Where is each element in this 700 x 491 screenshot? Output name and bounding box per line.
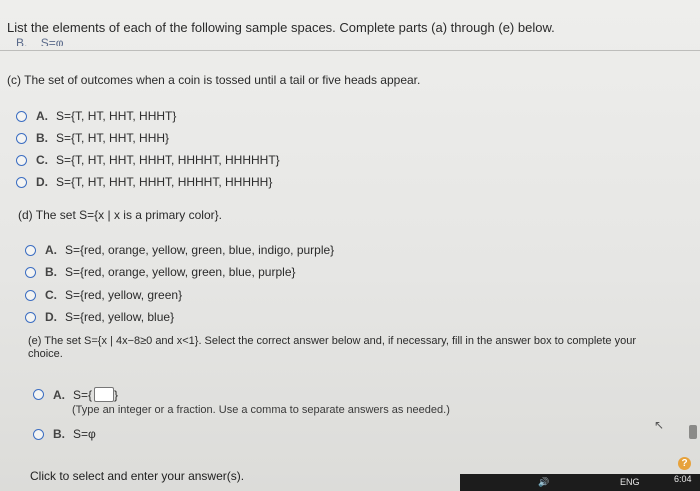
- speaker-icon[interactable]: 🔊: [538, 477, 549, 488]
- instruction-text: List the elements of each of the followi…: [7, 20, 555, 35]
- mouse-cursor-icon: ↖: [654, 418, 665, 432]
- option-text: S={red, yellow, green}: [65, 288, 183, 302]
- option-letter: C.: [36, 153, 48, 167]
- option-text: S={red, yellow, blue}: [65, 310, 175, 324]
- option-letter: A.: [45, 243, 57, 257]
- part-c-option-d[interactable]: D. S={T, HT, HHT, HHHT, HHHHT, HHHHH}: [16, 175, 272, 189]
- taskbar: 🔊 ENG 6:04: [460, 474, 700, 491]
- part-b-option-b-partial[interactable]: B. S=φ: [16, 36, 63, 46]
- clock-time[interactable]: 6:04: [674, 474, 692, 484]
- option-text: S={T, HT, HHT, HHH}: [56, 131, 170, 145]
- divider: [0, 50, 700, 51]
- radio-icon[interactable]: [25, 244, 36, 256]
- part-b-letter: B.: [16, 36, 28, 46]
- part-d-option-a[interactable]: A. S={red, orange, yellow, green, blue, …: [25, 243, 334, 257]
- part-c-option-c[interactable]: C. S={T, HT, HHT, HHHT, HHHHT, HHHHHT}: [16, 153, 280, 167]
- question-page: List the elements of each of the followi…: [0, 0, 700, 491]
- language-indicator[interactable]: ENG: [620, 477, 640, 487]
- option-text: S={T, HT, HHT, HHHT}: [56, 109, 177, 123]
- radio-icon[interactable]: [33, 428, 44, 440]
- option-text: S={T, HT, HHT, HHHT, HHHHT, HHHHH}: [56, 175, 273, 189]
- answer-input-box[interactable]: [94, 387, 115, 402]
- option-letter: D.: [36, 175, 48, 189]
- answer-format-hint: (Type an integer or a fraction. Use a co…: [72, 404, 450, 416]
- set-suffix: }: [114, 387, 119, 402]
- option-letter: C.: [45, 288, 57, 302]
- click-to-select-instruction: Click to select and enter your answer(s)…: [30, 469, 245, 483]
- option-text: S={red, orange, yellow, green, blue, ind…: [65, 243, 335, 257]
- scrollbar-thumb[interactable]: [689, 425, 697, 439]
- radio-icon[interactable]: [25, 289, 36, 301]
- option-letter: B.: [45, 265, 57, 279]
- part-e-question-line1: (e) The set S={x | 4x−8≥0 and x<1}. Sele…: [28, 335, 637, 347]
- option-letter: B.: [53, 427, 65, 441]
- help-icon[interactable]: ?: [678, 457, 691, 470]
- option-letter: A.: [36, 109, 48, 123]
- option-letter: B.: [36, 131, 48, 145]
- radio-icon[interactable]: [16, 132, 27, 144]
- part-d-question: (d) The set S={x | x is a primary color}…: [18, 208, 222, 222]
- part-c-option-a[interactable]: A. S={T, HT, HHT, HHHT}: [16, 109, 176, 123]
- radio-icon[interactable]: [25, 311, 36, 323]
- option-letter: D.: [45, 310, 57, 324]
- part-c-option-b[interactable]: B. S={T, HT, HHT, HHH}: [16, 131, 169, 145]
- radio-icon[interactable]: [16, 110, 27, 122]
- part-d-option-c[interactable]: C. S={red, yellow, green}: [25, 288, 182, 302]
- option-text: S={T, HT, HHT, HHHT, HHHHT, HHHHHT}: [56, 153, 280, 167]
- part-e-option-a[interactable]: A. S={ }: [33, 387, 118, 402]
- part-d-option-d[interactable]: D. S={red, yellow, blue}: [25, 310, 174, 324]
- set-prefix: S={: [73, 387, 93, 402]
- part-b-value: S=φ: [40, 36, 64, 46]
- part-e-question-line2: choice.: [28, 348, 63, 360]
- part-d-option-b[interactable]: B. S={red, orange, yellow, green, blue, …: [25, 265, 296, 279]
- option-text: S={red, orange, yellow, green, blue, pur…: [65, 265, 296, 279]
- radio-icon[interactable]: [25, 266, 36, 278]
- option-text: S=φ: [73, 427, 96, 441]
- part-e-option-b[interactable]: B. S=φ: [33, 427, 96, 441]
- radio-icon[interactable]: [33, 389, 44, 400]
- radio-icon[interactable]: [16, 154, 27, 166]
- part-c-question: (c) The set of outcomes when a coin is t…: [7, 73, 421, 87]
- radio-icon[interactable]: [16, 176, 27, 188]
- option-letter: A.: [53, 387, 65, 402]
